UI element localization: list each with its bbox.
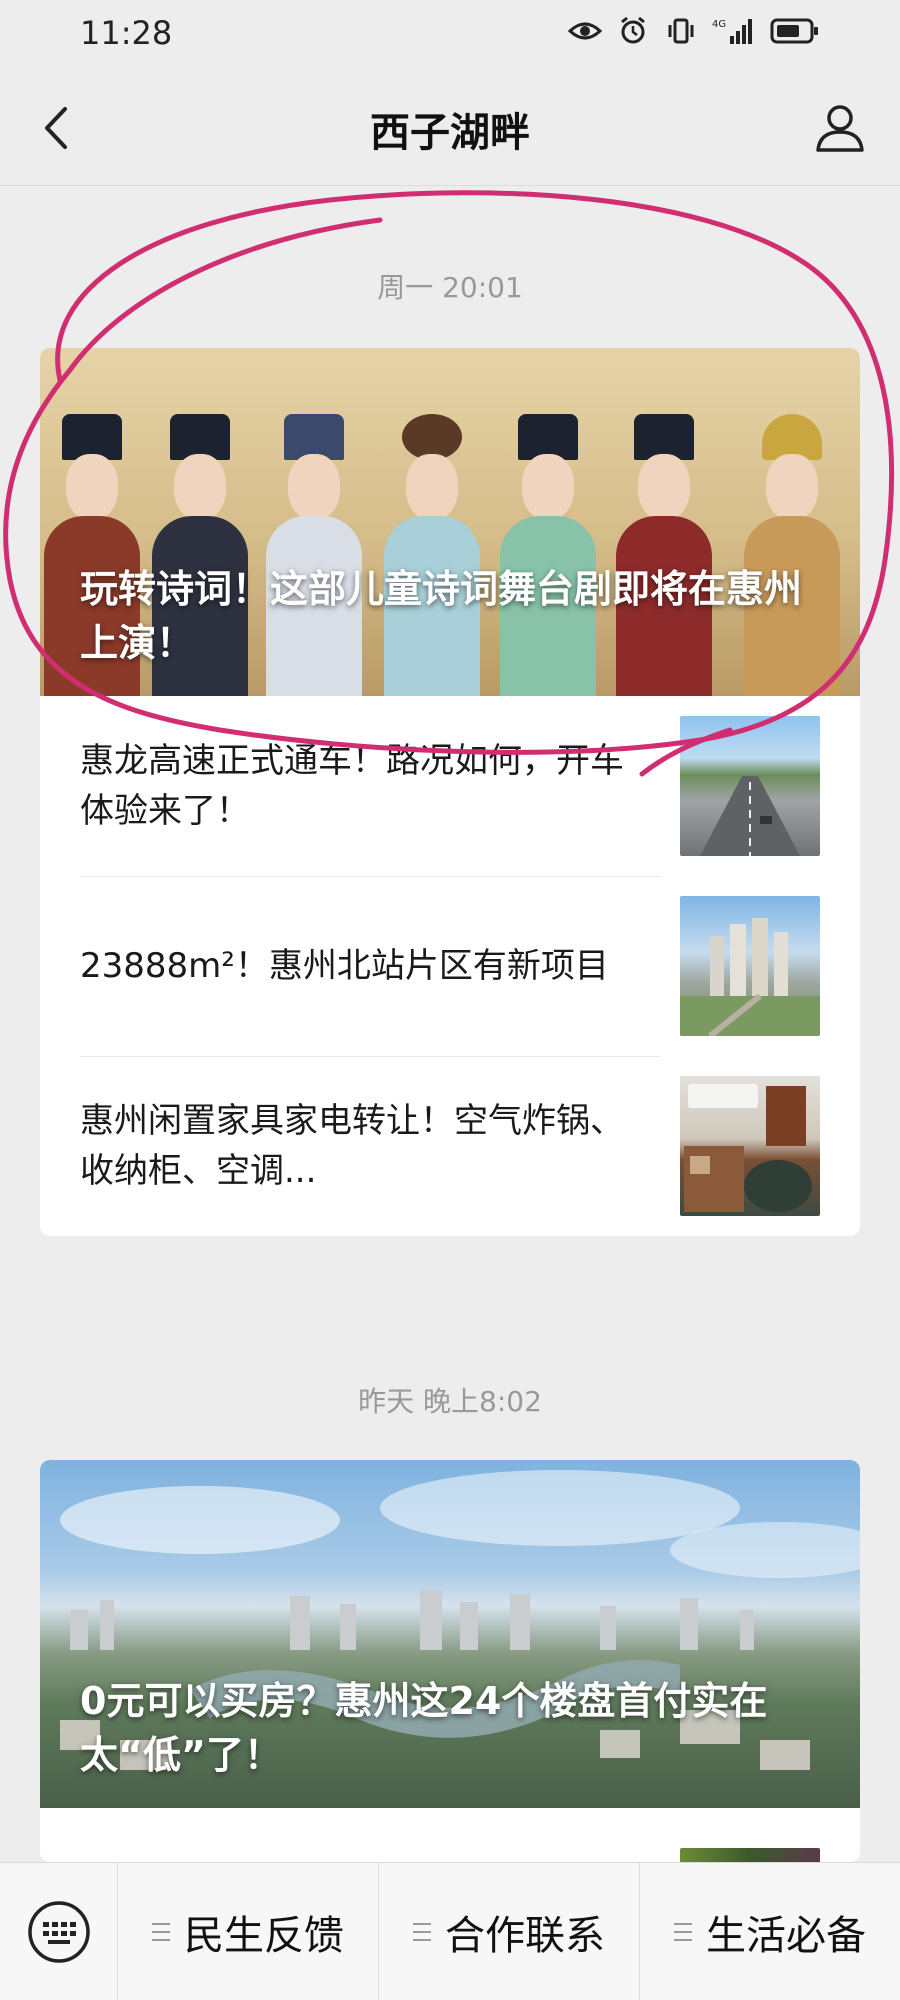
eye-icon [568,16,602,46]
status-bar: 11:28 4G [0,0,900,68]
timestamp: 昨天 晚上8:02 [358,1385,542,1418]
list-item[interactable]: 惠州闲置家具家电转让！空气炸锅、收纳柜、空调... [40,1056,860,1236]
user-icon [816,105,864,152]
hero-article[interactable]: 玩转诗词！这部儿童诗词舞台剧即将在惠州上演！ [40,348,860,696]
keyboard-toggle-button[interactable] [0,1862,118,2000]
list-item[interactable]: 23888m²！惠州北站片区有新项目 [40,876,860,1056]
list-item-thumbnail [680,716,820,856]
hero-title: 0元可以买房？惠州这24个楼盘首付实在太“低”了！ [80,1679,768,1777]
article-card: 玩转诗词！这部儿童诗词舞台剧即将在惠州上演！ 惠龙高速正式通车！路况如何，开车体… [40,348,860,1236]
menu-item-label: 生活必备 [706,1912,866,1959]
svg-text:4G: 4G [712,19,726,30]
list-item-thumbnail [680,1076,820,1216]
page-title: 西子湖畔 [370,110,530,156]
status-icons: 4G [568,16,820,46]
article-card: 0元可以买房？惠州这24个楼盘首付实在太“低”了！ [40,1460,860,1862]
hero-title: 玩转诗词！这部儿童诗词舞台剧即将在惠州上演！ [80,567,803,665]
profile-button[interactable] [808,96,872,160]
alarm-icon [616,16,650,46]
list-item-thumbnail [680,896,820,1036]
menu-item-label: 民生反馈 [184,1912,344,1959]
timestamp: 周一 20:01 [377,271,523,304]
menu-item-contact[interactable]: 合作联系 [379,1862,640,2000]
battery-icon [770,16,820,46]
list-item-title: 惠州闲置家具家电转让！空气炸锅、收纳柜、空调... [80,1101,624,1191]
signal-icon: 4G [712,16,756,46]
list-item-title: 惠龙高速正式通车！路况如何，开车体验来了！ [80,741,624,831]
keyboard-icon [27,1900,90,1963]
bottom-menu: 民生反馈 合作联系 生活必备 [0,1862,900,2000]
menu-icon [152,1922,170,1941]
menu-item-essentials[interactable]: 生活必备 [640,1863,900,2000]
status-time: 11:28 [80,14,173,52]
hero-article[interactable]: 0元可以买房？惠州这24个楼盘首付实在太“低”了！ [40,1460,860,1808]
list-item-title: 23888m²！惠州北站片区有新项目 [80,946,609,986]
menu-icon [413,1922,431,1941]
nav-bar: 西子湖畔 [0,68,900,186]
vibrate-icon [664,16,698,46]
list-item-thumbnail [680,1848,820,1862]
menu-icon [674,1922,692,1941]
menu-item-feedback[interactable]: 民生反馈 [118,1862,379,2000]
list-item[interactable]: 惠龙高速正式通车！路况如何，开车体验来了！ [40,696,860,876]
menu-item-label: 合作联系 [445,1912,605,1959]
